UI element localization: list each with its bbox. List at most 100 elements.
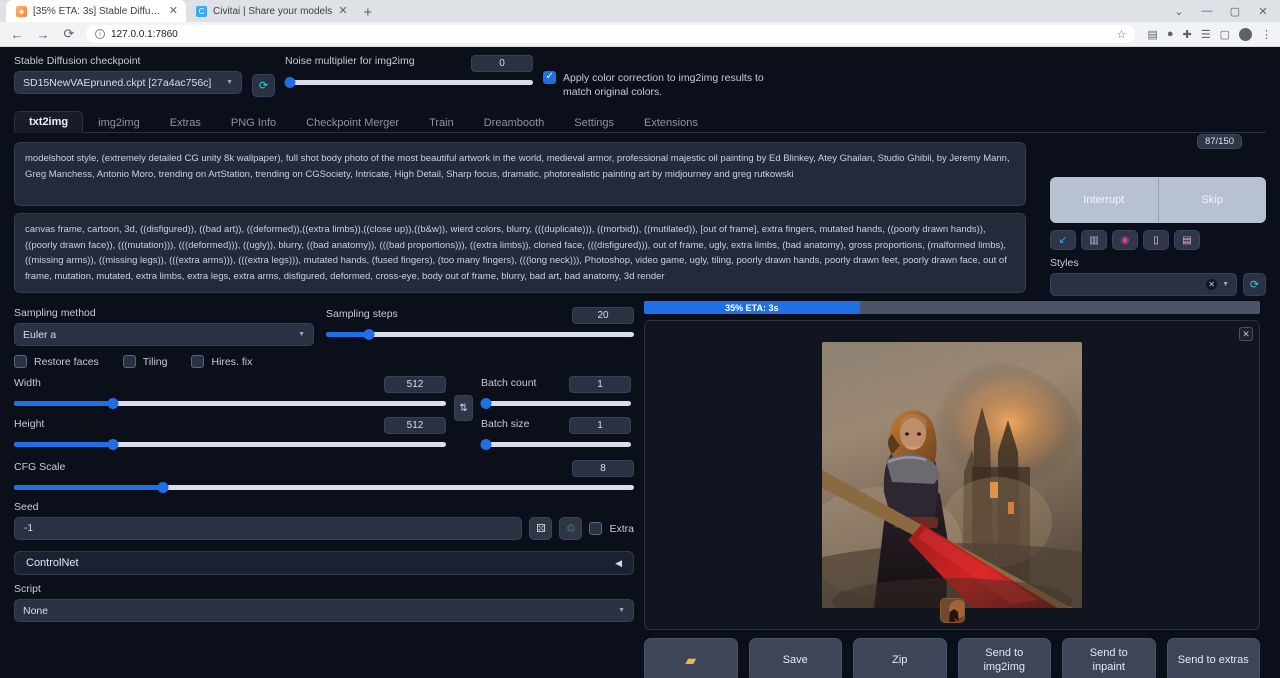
tab-checkpoint-merger[interactable]: Checkpoint Merger [291, 112, 414, 133]
slider-knob[interactable] [108, 398, 119, 409]
width-slider[interactable] [14, 396, 446, 410]
interrupt-skip-row: Interrupt Skip [1050, 177, 1266, 223]
refresh-styles-button[interactable]: ⟳ [1243, 273, 1266, 296]
reload-icon[interactable]: ⟳ [60, 26, 78, 42]
controlnet-accordion[interactable]: ControlNet ◀ [14, 551, 634, 575]
restore-faces-toggle[interactable]: Restore faces [14, 355, 99, 368]
tab-settings[interactable]: Settings [559, 112, 629, 133]
cfg-scale-slider[interactable] [14, 480, 634, 494]
tab-txt2img[interactable]: txt2img [14, 111, 83, 133]
skip-button[interactable]: Skip [1159, 177, 1267, 223]
clear-x-icon[interactable]: ✕ [1206, 279, 1217, 290]
prompt-input[interactable]: modelshoot style, (extremely detailed CG… [14, 142, 1026, 206]
collapse-arrow-icon[interactable]: ◀ [615, 558, 622, 569]
gallery-thumbnail-strip [645, 598, 1259, 623]
batch-count-value[interactable]: 1 [569, 376, 631, 393]
open-folder-button[interactable]: ▰ [644, 638, 738, 678]
tab-dreambooth[interactable]: Dreambooth [469, 112, 560, 133]
save-style-icon[interactable]: ▤ [1174, 230, 1200, 250]
tab-png-info[interactable]: PNG Info [216, 112, 291, 133]
reuse-seed-button[interactable]: ♲ [559, 517, 582, 540]
forward-icon[interactable]: → [34, 27, 52, 42]
close-gallery-icon[interactable]: ✕ [1239, 327, 1253, 341]
batch-size-value[interactable]: 1 [569, 417, 631, 434]
sidepanel-icon[interactable]: ▢ [1220, 28, 1230, 41]
sync-circle-icon[interactable]: ● [1167, 28, 1174, 40]
extra-seed-checkbox[interactable] [589, 522, 602, 535]
clear-prompt-trash-icon[interactable]: ▥ [1081, 230, 1107, 250]
gallery-thumbnail[interactable] [940, 598, 965, 623]
styles-select[interactable]: ✕ ▼ [1050, 273, 1237, 296]
sampling-steps-value[interactable]: 20 [572, 307, 634, 324]
cfg-scale-value[interactable]: 8 [572, 460, 634, 477]
playlist-icon[interactable]: ☰ [1201, 28, 1211, 41]
batch-size-slider[interactable] [481, 437, 631, 451]
restore-faces-label: Restore faces [34, 356, 99, 368]
hires-fix-toggle[interactable]: Hires. fix [191, 355, 252, 368]
slider-knob[interactable] [480, 398, 491, 409]
window-minimize-icon[interactable]: — [1194, 5, 1220, 17]
batch-count-slider[interactable] [481, 396, 631, 410]
tab-extras[interactable]: Extras [155, 112, 216, 133]
slider-knob[interactable] [480, 439, 491, 450]
styles-label: Styles [1050, 257, 1266, 269]
window-maximize-icon[interactable]: ▢ [1222, 5, 1248, 18]
color-correction-group[interactable]: Apply color correction to img2img result… [543, 55, 773, 99]
apply-style-clipboard-icon[interactable]: ▯ [1143, 230, 1169, 250]
send-to-img2img-button[interactable]: Send to img2img [958, 638, 1052, 678]
noise-multiplier-slider[interactable] [285, 75, 533, 89]
refresh-checkpoints-button[interactable]: ⟳ [252, 74, 275, 97]
window-close-icon[interactable]: ✕ [1250, 5, 1276, 18]
slider-knob[interactable] [364, 329, 375, 340]
color-correction-checkbox[interactable] [543, 71, 556, 84]
slider-knob[interactable] [108, 439, 119, 450]
height-value[interactable]: 512 [384, 417, 446, 434]
new-tab-button[interactable]: + [356, 5, 381, 22]
tab-img2img[interactable]: img2img [83, 112, 155, 133]
interrupt-button[interactable]: Interrupt [1050, 177, 1159, 223]
tiling-checkbox[interactable] [123, 355, 136, 368]
bookmark-star-icon[interactable]: ☆ [1117, 28, 1127, 41]
send-to-extras-button[interactable]: Send to extras [1167, 638, 1261, 678]
sampling-method-select[interactable]: Euler a ▼ [14, 323, 314, 346]
window-collapse-icon[interactable]: ⌄ [1166, 5, 1192, 18]
height-slider[interactable] [14, 437, 446, 451]
site-info-icon[interactable]: i [95, 29, 105, 39]
random-seed-button[interactable]: ⚄ [529, 517, 552, 540]
chevron-down-icon[interactable]: ▼ [1222, 281, 1229, 288]
back-icon[interactable]: ← [8, 27, 26, 42]
restore-progress-icon[interactable]: ↙ [1050, 230, 1076, 250]
browser-tab-civitai[interactable]: C Civitai | Share your models ✕ [186, 0, 356, 22]
generated-image[interactable] [822, 342, 1082, 608]
zip-button[interactable]: Zip [853, 638, 947, 678]
extension-puzzle-icon[interactable]: ✚ [1183, 28, 1192, 41]
tab-train[interactable]: Train [414, 112, 469, 133]
close-tab-icon[interactable]: ✕ [169, 6, 178, 17]
seed-input[interactable]: -1 [14, 517, 522, 540]
noise-multiplier-value[interactable]: 0 [471, 55, 533, 72]
noise-multiplier-label: Noise multiplier for img2img [285, 55, 415, 67]
slider-knob[interactable] [157, 482, 168, 493]
negative-prompt-input[interactable]: canvas frame, cartoon, 3d, ((disfigured)… [14, 213, 1026, 293]
swap-dimensions-button[interactable]: ⇅ [454, 395, 473, 421]
sampling-steps-slider[interactable] [326, 327, 634, 341]
restore-faces-checkbox[interactable] [14, 355, 27, 368]
send-to-inpaint-button[interactable]: Send to inpaint [1062, 638, 1156, 678]
script-select[interactable]: None ▼ [14, 599, 634, 622]
media-icon[interactable]: ▤ [1147, 28, 1157, 41]
slider-knob[interactable] [284, 77, 295, 88]
tab-extensions[interactable]: Extensions [629, 112, 713, 133]
browser-tab-stable-diffusion[interactable]: ◈ [35% ETA: 3s] Stable Diffusion ✕ [6, 0, 186, 22]
chevron-down-icon: ▼ [226, 79, 233, 86]
checkpoint-select[interactable]: SD15NewVAEpruned.ckpt [27a4ac756c] ▼ [14, 71, 242, 94]
tiling-toggle[interactable]: Tiling [123, 355, 168, 368]
close-tab-icon[interactable]: ✕ [338, 6, 347, 17]
width-value[interactable]: 512 [384, 376, 446, 393]
save-button[interactable]: Save [749, 638, 843, 678]
show-extra-networks-icon[interactable]: ◉ [1112, 230, 1138, 250]
kebab-menu-icon[interactable]: ⋮ [1261, 28, 1272, 41]
script-value: None [23, 605, 48, 617]
profile-avatar-icon[interactable]: ● [1239, 28, 1252, 41]
address-bar[interactable]: i 127.0.0.1:7860 ☆ [86, 25, 1135, 43]
hires-fix-checkbox[interactable] [191, 355, 204, 368]
